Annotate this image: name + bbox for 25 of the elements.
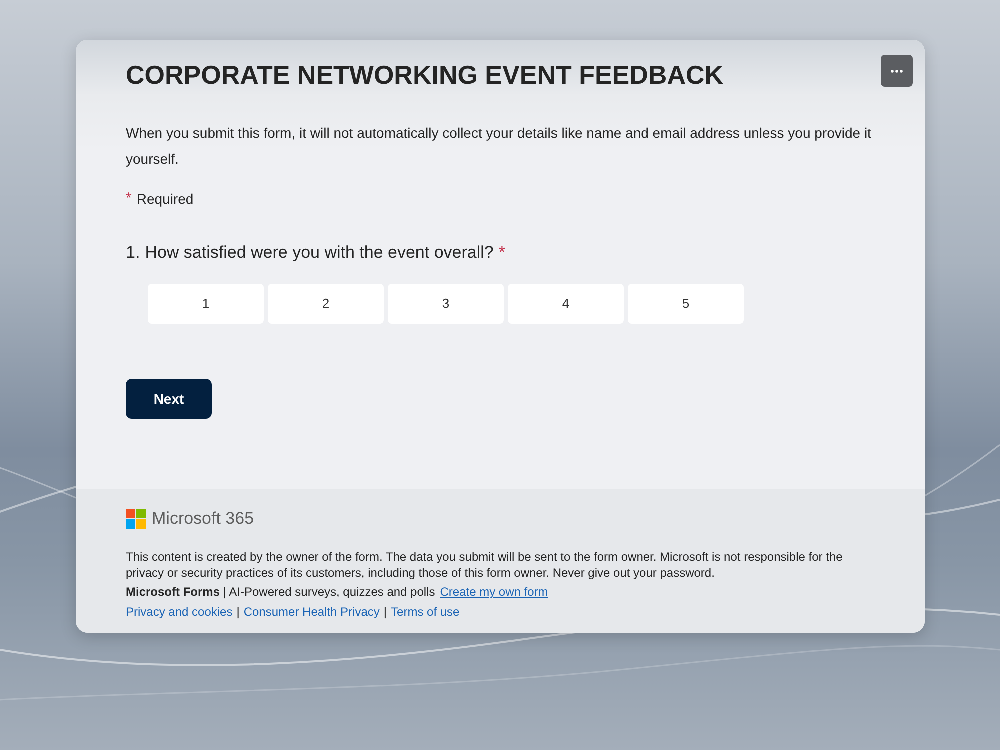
rating-option[interactable]: 4 [508,284,624,324]
rating-option[interactable]: 2 [268,284,384,324]
create-form-link[interactable]: Create my own form [440,583,548,601]
more-icon [891,70,903,72]
footer-link[interactable]: Consumer Health Privacy [244,603,380,621]
form-title: CORPORATE NETWORKING EVENT FEEDBACK [126,59,725,92]
disclaimer-text: This content is created by the owner of the form. The data you submit will be sent to the form owner. Microsoft is not responsible for the privacy or security practices of its customers, including those of this form owner. Never give out your password. [126,549,844,581]
rating-option[interactable]: 3 [388,284,504,324]
brand-name: Microsoft 365 [152,509,254,529]
rating-option[interactable]: 1 [148,284,264,324]
microsoft-logo-icon [126,509,146,529]
required-mark: * [126,189,132,209]
form-description: When you submit this form, it will not automatically collect your details like name and email address unless you provide it yourself. [126,124,872,169]
product-tagline: Microsoft Forms | AI-Powered surveys, quizzes and polls [126,584,436,601]
next-button[interactable]: Next [126,379,212,419]
link-separator: | [384,604,388,621]
footer-link[interactable]: Privacy and cookies [126,603,233,621]
question-text: How satisfied were you with the event overall? [145,242,494,264]
more-options-button[interactable] [881,55,913,87]
rating-option[interactable]: 5 [628,284,744,324]
required-mark: * [498,242,506,264]
question-number: 1. [126,242,140,264]
required-label: Required [136,190,194,209]
link-separator: | [236,604,240,621]
footer-link[interactable]: Terms of use [391,603,460,621]
